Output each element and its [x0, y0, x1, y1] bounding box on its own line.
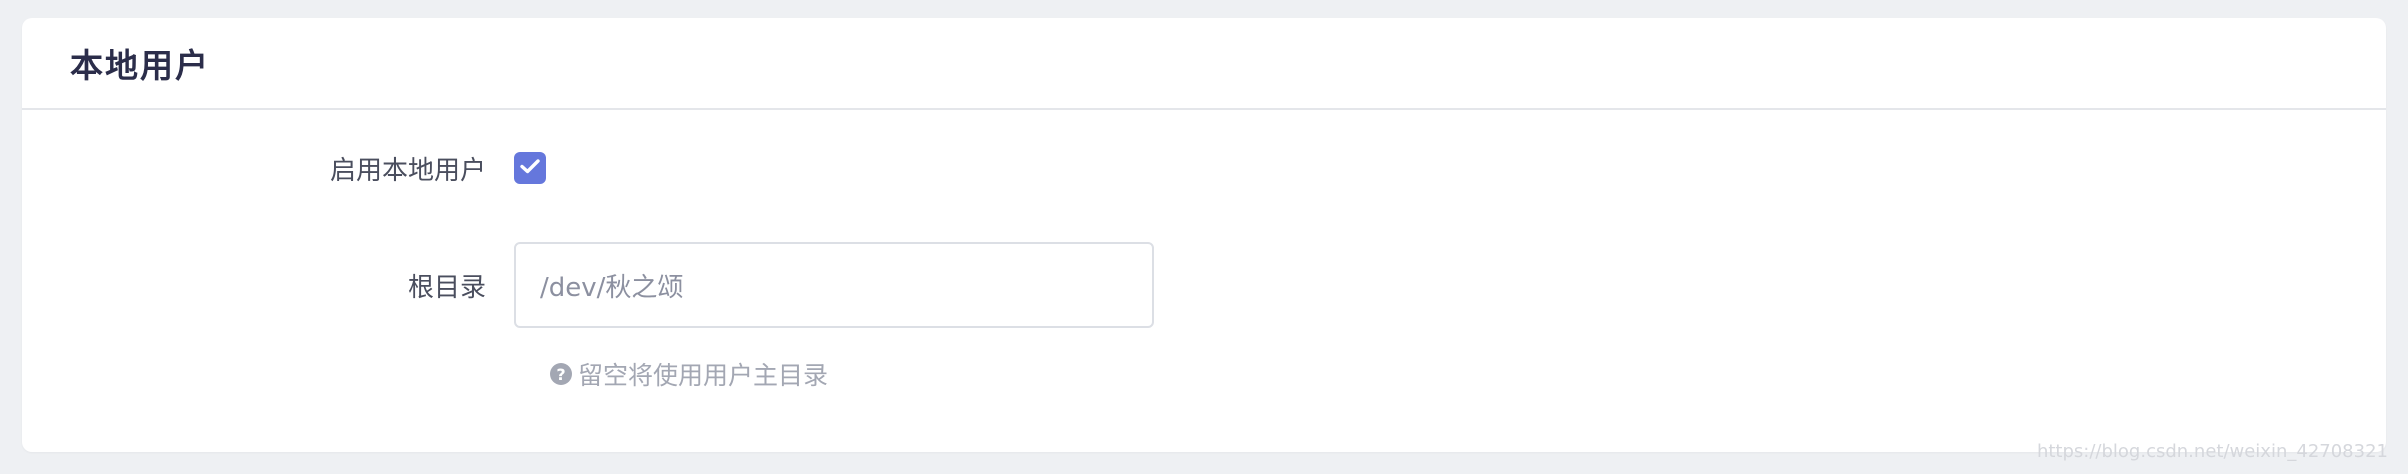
- enable-local-user-checkbox[interactable]: [514, 152, 546, 184]
- card-header: 本地用户: [22, 18, 2386, 110]
- root-dir-help-text: 留空将使用用户主目录: [578, 361, 829, 390]
- root-dir-help: ? 留空将使用用户主目录: [550, 356, 828, 392]
- root-dir-row: 根目录: [22, 242, 1154, 328]
- question-circle-icon: ?: [550, 363, 572, 385]
- card-title: 本地用户: [70, 46, 210, 85]
- enable-local-user-row: 启用本地用户: [22, 148, 546, 188]
- enable-local-user-label: 启用本地用户: [329, 155, 486, 186]
- local-user-card: 本地用户 启用本地用户 根目录 ? 留空将使用用户主目录: [22, 18, 2386, 452]
- root-dir-input[interactable]: [514, 242, 1154, 328]
- watermark: https://blog.csdn.net/weixin_42708321: [2036, 441, 2388, 462]
- check-icon: [520, 158, 540, 178]
- root-dir-label: 根目录: [407, 272, 486, 303]
